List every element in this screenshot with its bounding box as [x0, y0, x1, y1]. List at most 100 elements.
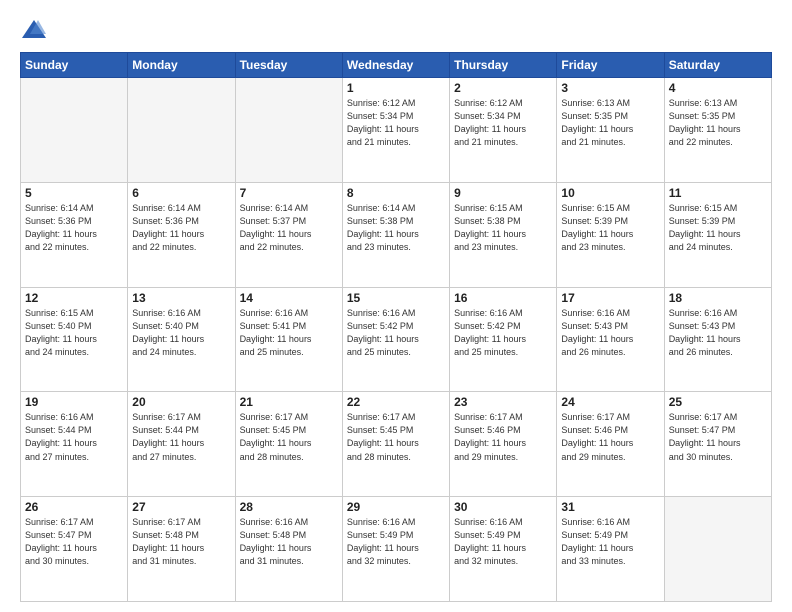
calendar-cell [128, 78, 235, 183]
calendar-cell: 15 Sunrise: 6:16 AMSunset: 5:42 PMDayligh… [342, 287, 449, 392]
day-info: Sunrise: 6:16 AMSunset: 5:49 PMDaylight:… [454, 516, 552, 568]
calendar-cell: 10 Sunrise: 6:15 AMSunset: 5:39 PMDayligh… [557, 182, 664, 287]
calendar-cell: 29 Sunrise: 6:16 AMSunset: 5:49 PMDayligh… [342, 497, 449, 602]
day-number: 10 [561, 186, 659, 200]
day-info: Sunrise: 6:15 AMSunset: 5:39 PMDaylight:… [669, 202, 767, 254]
day-number: 5 [25, 186, 123, 200]
calendar-week-3: 12 Sunrise: 6:15 AMSunset: 5:40 PMDayligh… [21, 287, 772, 392]
day-number: 11 [669, 186, 767, 200]
day-header-sunday: Sunday [21, 53, 128, 78]
day-number: 20 [132, 395, 230, 409]
day-header-thursday: Thursday [450, 53, 557, 78]
day-info: Sunrise: 6:14 AMSunset: 5:38 PMDaylight:… [347, 202, 445, 254]
day-info: Sunrise: 6:16 AMSunset: 5:44 PMDaylight:… [25, 411, 123, 463]
day-info: Sunrise: 6:16 AMSunset: 5:42 PMDaylight:… [347, 307, 445, 359]
day-number: 9 [454, 186, 552, 200]
calendar-cell: 1 Sunrise: 6:12 AMSunset: 5:34 PMDaylight… [342, 78, 449, 183]
day-number: 3 [561, 81, 659, 95]
calendar-week-4: 19 Sunrise: 6:16 AMSunset: 5:44 PMDayligh… [21, 392, 772, 497]
calendar-week-5: 26 Sunrise: 6:17 AMSunset: 5:47 PMDayligh… [21, 497, 772, 602]
day-header-friday: Friday [557, 53, 664, 78]
day-number: 18 [669, 291, 767, 305]
day-number: 2 [454, 81, 552, 95]
calendar-cell: 30 Sunrise: 6:16 AMSunset: 5:49 PMDayligh… [450, 497, 557, 602]
calendar-cell: 31 Sunrise: 6:16 AMSunset: 5:49 PMDayligh… [557, 497, 664, 602]
day-header-tuesday: Tuesday [235, 53, 342, 78]
day-info: Sunrise: 6:13 AMSunset: 5:35 PMDaylight:… [669, 97, 767, 149]
day-info: Sunrise: 6:14 AMSunset: 5:37 PMDaylight:… [240, 202, 338, 254]
logo-icon [20, 16, 48, 44]
day-number: 8 [347, 186, 445, 200]
day-number: 19 [25, 395, 123, 409]
day-info: Sunrise: 6:17 AMSunset: 5:48 PMDaylight:… [132, 516, 230, 568]
day-number: 14 [240, 291, 338, 305]
day-info: Sunrise: 6:16 AMSunset: 5:43 PMDaylight:… [669, 307, 767, 359]
calendar-cell: 23 Sunrise: 6:17 AMSunset: 5:46 PMDayligh… [450, 392, 557, 497]
header [20, 16, 772, 44]
day-info: Sunrise: 6:17 AMSunset: 5:44 PMDaylight:… [132, 411, 230, 463]
calendar-cell: 14 Sunrise: 6:16 AMSunset: 5:41 PMDayligh… [235, 287, 342, 392]
logo [20, 16, 52, 44]
calendar-cell: 28Sunrise: 6:16 AMSunset: 5:48 PMDayligh… [235, 497, 342, 602]
day-info: Sunrise: 6:12 AMSunset: 5:34 PMDaylight:… [454, 97, 552, 149]
day-info: Sunrise: 6:17 AMSunset: 5:45 PMDaylight:… [347, 411, 445, 463]
day-info: Sunrise: 6:14 AMSunset: 5:36 PMDaylight:… [25, 202, 123, 254]
calendar-cell: 26 Sunrise: 6:17 AMSunset: 5:47 PMDayligh… [21, 497, 128, 602]
calendar-cell [235, 78, 342, 183]
calendar-cell: 13Sunrise: 6:16 AMSunset: 5:40 PMDayligh… [128, 287, 235, 392]
day-info: Sunrise: 6:16 AMSunset: 5:42 PMDaylight:… [454, 307, 552, 359]
day-info: Sunrise: 6:16 AMSunset: 5:43 PMDaylight:… [561, 307, 659, 359]
day-number: 1 [347, 81, 445, 95]
day-info: Sunrise: 6:15 AMSunset: 5:40 PMDaylight:… [25, 307, 123, 359]
calendar-header-row: SundayMondayTuesdayWednesdayThursdayFrid… [21, 53, 772, 78]
day-info: Sunrise: 6:16 AMSunset: 5:49 PMDaylight:… [347, 516, 445, 568]
calendar-cell: 25Sunrise: 6:17 AMSunset: 5:47 PMDayligh… [664, 392, 771, 497]
day-info: Sunrise: 6:15 AMSunset: 5:39 PMDaylight:… [561, 202, 659, 254]
calendar-cell: 18 Sunrise: 6:16 AMSunset: 5:43 PMDayligh… [664, 287, 771, 392]
calendar-cell: 12 Sunrise: 6:15 AMSunset: 5:40 PMDayligh… [21, 287, 128, 392]
day-number: 13 [132, 291, 230, 305]
calendar-cell [664, 497, 771, 602]
day-info: Sunrise: 6:13 AMSunset: 5:35 PMDaylight:… [561, 97, 659, 149]
calendar-cell: 6 Sunrise: 6:14 AMSunset: 5:36 PMDaylight… [128, 182, 235, 287]
day-number: 26 [25, 500, 123, 514]
calendar-cell: 20 Sunrise: 6:17 AMSunset: 5:44 PMDayligh… [128, 392, 235, 497]
day-info: Sunrise: 6:16 AMSunset: 5:49 PMDaylight:… [561, 516, 659, 568]
day-info: Sunrise: 6:17 AMSunset: 5:45 PMDaylight:… [240, 411, 338, 463]
day-info: Sunrise: 6:17 AMSunset: 5:47 PMDaylight:… [25, 516, 123, 568]
day-number: 27 [132, 500, 230, 514]
day-info: Sunrise: 6:16 AMSunset: 5:41 PMDaylight:… [240, 307, 338, 359]
day-info: Sunrise: 6:15 AMSunset: 5:38 PMDaylight:… [454, 202, 552, 254]
day-info: Sunrise: 6:17 AMSunset: 5:46 PMDaylight:… [454, 411, 552, 463]
day-info: Sunrise: 6:14 AMSunset: 5:36 PMDaylight:… [132, 202, 230, 254]
page: SundayMondayTuesdayWednesdayThursdayFrid… [0, 0, 792, 612]
calendar-cell: 24 Sunrise: 6:17 AMSunset: 5:46 PMDayligh… [557, 392, 664, 497]
calendar-cell: 5 Sunrise: 6:14 AMSunset: 5:36 PMDaylight… [21, 182, 128, 287]
day-number: 28 [240, 500, 338, 514]
calendar-cell: 8 Sunrise: 6:14 AMSunset: 5:38 PMDaylight… [342, 182, 449, 287]
day-number: 30 [454, 500, 552, 514]
day-info: Sunrise: 6:12 AMSunset: 5:34 PMDaylight:… [347, 97, 445, 149]
day-number: 7 [240, 186, 338, 200]
day-number: 24 [561, 395, 659, 409]
calendar-cell: 4 Sunrise: 6:13 AMSunset: 5:35 PMDaylight… [664, 78, 771, 183]
day-number: 15 [347, 291, 445, 305]
day-number: 12 [25, 291, 123, 305]
day-number: 31 [561, 500, 659, 514]
calendar-cell: 17Sunrise: 6:16 AMSunset: 5:43 PMDayligh… [557, 287, 664, 392]
day-number: 29 [347, 500, 445, 514]
calendar-table: SundayMondayTuesdayWednesdayThursdayFrid… [20, 52, 772, 602]
day-header-saturday: Saturday [664, 53, 771, 78]
calendar-cell: 2 Sunrise: 6:12 AMSunset: 5:34 PMDaylight… [450, 78, 557, 183]
day-number: 6 [132, 186, 230, 200]
calendar-cell: 27 Sunrise: 6:17 AMSunset: 5:48 PMDayligh… [128, 497, 235, 602]
calendar-cell: 11 Sunrise: 6:15 AMSunset: 5:39 PMDayligh… [664, 182, 771, 287]
day-number: 4 [669, 81, 767, 95]
calendar-cell: 3 Sunrise: 6:13 AMSunset: 5:35 PMDaylight… [557, 78, 664, 183]
calendar-week-1: 1 Sunrise: 6:12 AMSunset: 5:34 PMDaylight… [21, 78, 772, 183]
day-number: 25 [669, 395, 767, 409]
day-number: 23 [454, 395, 552, 409]
calendar-cell [21, 78, 128, 183]
calendar-cell: 19 Sunrise: 6:16 AMSunset: 5:44 PMDayligh… [21, 392, 128, 497]
day-info: Sunrise: 6:17 AMSunset: 5:46 PMDaylight:… [561, 411, 659, 463]
